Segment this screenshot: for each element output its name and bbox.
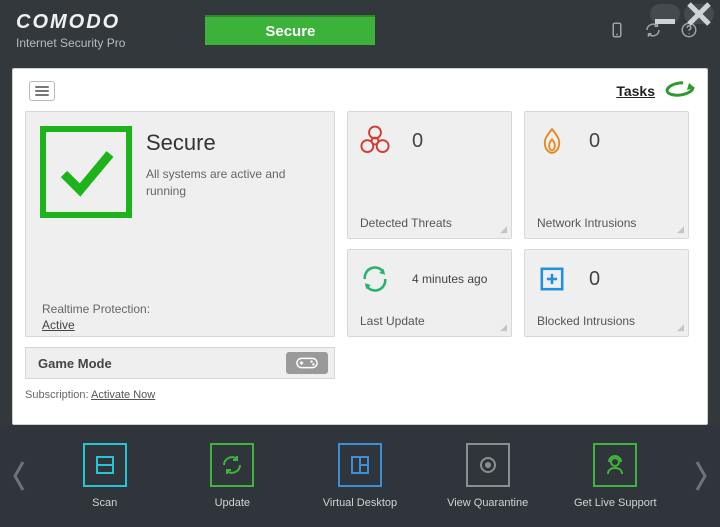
virtual-desktop-label: Virtual Desktop (323, 497, 397, 509)
minimize-button[interactable] (650, 4, 680, 24)
virtual-desktop-button[interactable]: Virtual Desktop (305, 443, 415, 509)
network-value: 0 (589, 130, 600, 153)
nav-next[interactable] (688, 441, 714, 511)
scan-icon (83, 443, 127, 487)
activate-link[interactable]: Activate Now (91, 389, 155, 401)
status-pill: Secure (205, 15, 375, 45)
realtime-label: Realtime Protection: (42, 302, 150, 316)
detected-threats-card[interactable]: 0 Detected Threats ◢ (347, 111, 512, 239)
secure-status-card: Secure All systems are active and runnin… (25, 111, 335, 337)
get-live-support-button[interactable]: Get Live Support (560, 443, 670, 509)
quarantine-icon (466, 443, 510, 487)
scan-button[interactable]: Scan (50, 443, 160, 509)
subscription-label: Subscription: (25, 389, 89, 401)
flame-icon (535, 124, 569, 158)
view-quarantine-button[interactable]: View Quarantine (433, 443, 543, 509)
desktop-icon (338, 443, 382, 487)
brand-logo: COMODO (16, 11, 125, 34)
blocked-label: Blocked Intrusions (537, 314, 651, 328)
view-quarantine-label: View Quarantine (447, 497, 528, 509)
expand-icon: ◢ (500, 224, 507, 235)
threats-label: Detected Threats (360, 216, 468, 230)
game-mode-label: Game Mode (38, 356, 112, 371)
expand-icon: ◢ (677, 224, 684, 235)
update-value: 4 minutes ago (412, 272, 487, 286)
checkmark-icon (40, 126, 132, 218)
blocked-intrusions-card[interactable]: 0 Blocked Intrusions ◢ (524, 249, 689, 337)
expand-icon: ◢ (500, 322, 507, 333)
threats-value: 0 (412, 130, 423, 153)
secure-title: Secure (146, 130, 306, 156)
brand-product: Internet Security Pro (16, 36, 125, 50)
settings-button[interactable] (29, 81, 55, 101)
tasks-link[interactable]: Tasks (616, 83, 655, 99)
header: COMODO Internet Security Pro Secure (0, 0, 720, 60)
update-label: Update (215, 497, 250, 509)
network-intrusions-card[interactable]: 0 Network Intrusions ◢ (524, 111, 689, 239)
brand: COMODO Internet Security Pro (16, 11, 125, 50)
support-icon (593, 443, 637, 487)
close-button[interactable] (684, 4, 714, 24)
scan-label: Scan (92, 497, 117, 509)
sync-icon (358, 262, 392, 296)
update-button[interactable]: Update (177, 443, 287, 509)
update-icon (210, 443, 254, 487)
update-label: Last Update (360, 314, 441, 328)
mobile-icon[interactable] (602, 15, 632, 45)
bottom-bar: Scan Update Virtual Desktop View Quarant… (0, 425, 720, 527)
game-mode-toggle[interactable] (286, 352, 328, 374)
tasks-arrow-icon[interactable] (665, 79, 695, 99)
plus-box-icon (535, 262, 569, 296)
realtime-status-link[interactable]: Active (42, 318, 75, 332)
blocked-value: 0 (589, 268, 600, 291)
secure-message: All systems are active and running (146, 166, 306, 200)
game-mode-row: Game Mode (25, 347, 335, 379)
main-panel: Tasks Secure All systems are active and … (12, 68, 708, 425)
get-live-support-label: Get Live Support (574, 497, 657, 509)
biohazard-icon (358, 124, 392, 158)
network-label: Network Intrusions (537, 216, 652, 230)
status-text: Secure (265, 23, 315, 40)
bottom-items: Scan Update Virtual Desktop View Quarant… (32, 443, 688, 509)
subscription-row: Subscription: Activate Now (25, 389, 695, 401)
last-update-card[interactable]: 4 minutes ago Last Update ◢ (347, 249, 512, 337)
nav-prev[interactable] (6, 441, 32, 511)
expand-icon: ◢ (677, 322, 684, 333)
